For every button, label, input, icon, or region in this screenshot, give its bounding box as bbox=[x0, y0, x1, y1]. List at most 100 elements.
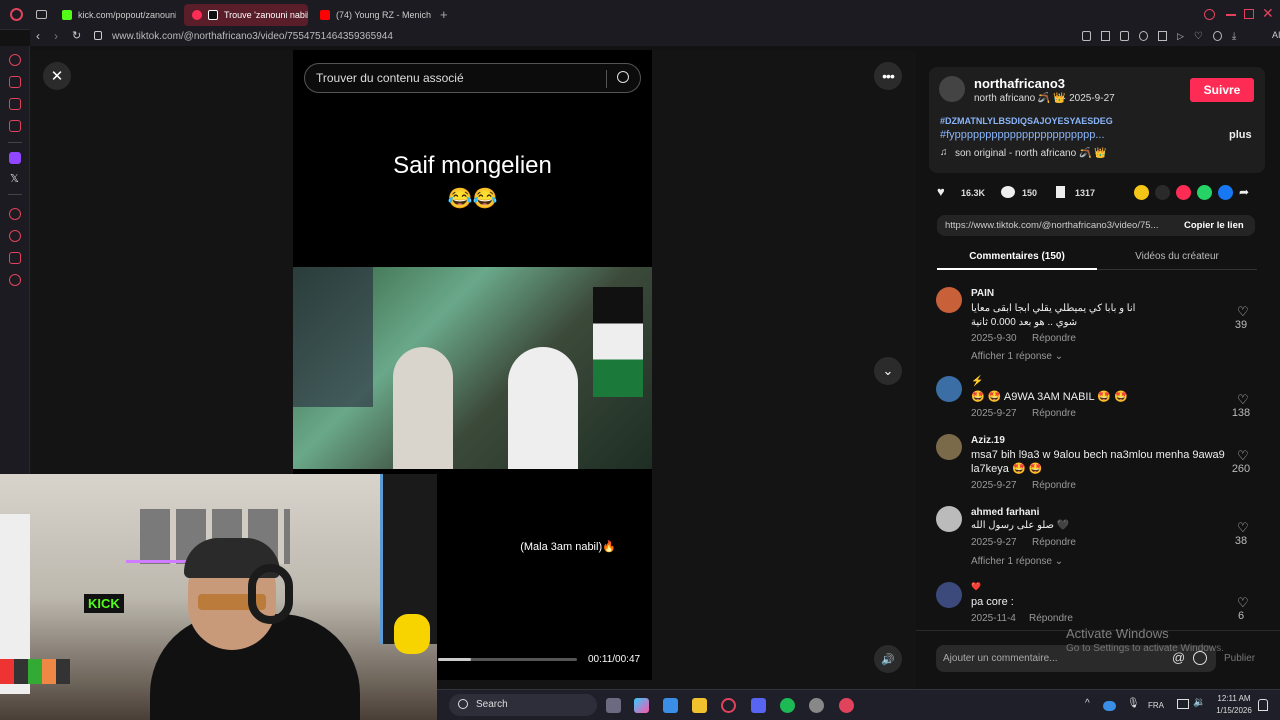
hashtag-2[interactable]: #fyppppppppppppppppppppppp... bbox=[940, 129, 1105, 141]
volume-button[interactable]: 🔊 bbox=[874, 645, 902, 673]
heart-icon[interactable]: ♡ bbox=[1194, 31, 1203, 43]
x-twitter-icon[interactable]: 𝕏 bbox=[10, 172, 19, 185]
embed-icon[interactable] bbox=[1155, 185, 1170, 200]
close-window-button[interactable]: ✕ bbox=[1262, 5, 1274, 22]
sound-name[interactable]: son original - north africano 🪃 👑 bbox=[955, 148, 1107, 159]
history-icon[interactable] bbox=[9, 230, 21, 242]
comment-like-icon[interactable]: ♡ bbox=[1237, 520, 1249, 536]
file-explorer-icon[interactable] bbox=[692, 698, 707, 713]
ai-button[interactable]: AI bbox=[1272, 30, 1280, 40]
comment-username[interactable]: ❤️ bbox=[971, 582, 981, 591]
aria-icon[interactable] bbox=[9, 54, 21, 66]
tab-creator-videos[interactable]: Vidéos du créateur bbox=[1097, 251, 1257, 262]
facebook-icon[interactable] bbox=[1218, 185, 1233, 200]
follow-button[interactable]: Suivre bbox=[1190, 78, 1254, 102]
download-icon[interactable]: ⤓ bbox=[1232, 31, 1236, 43]
steam-icon[interactable] bbox=[809, 698, 824, 713]
player2-icon[interactable] bbox=[9, 208, 21, 220]
bookmark-icon[interactable] bbox=[1056, 186, 1065, 198]
more-options-button[interactable]: ••• bbox=[874, 62, 902, 90]
publish-button[interactable]: Publier bbox=[1224, 653, 1255, 664]
play-icon[interactable]: ▷ bbox=[1177, 31, 1184, 43]
comment-username[interactable]: PAIN bbox=[971, 288, 994, 299]
opera-icon[interactable] bbox=[721, 698, 736, 713]
snapshot-icon[interactable] bbox=[1101, 31, 1110, 41]
clock-time[interactable]: 12:11 AM bbox=[1214, 694, 1254, 703]
search-tabs-icon[interactable] bbox=[1204, 9, 1215, 20]
comment-icon[interactable] bbox=[1001, 186, 1015, 198]
minimize-button[interactable] bbox=[1226, 14, 1236, 16]
adblock-icon[interactable] bbox=[1120, 31, 1129, 41]
search-icon[interactable] bbox=[617, 71, 629, 83]
share-arrow-icon[interactable]: ➦ bbox=[1239, 185, 1249, 200]
account-icon[interactable] bbox=[1212, 31, 1222, 41]
back-icon[interactable]: ‹ bbox=[36, 29, 40, 43]
maximize-button[interactable] bbox=[1244, 9, 1254, 19]
close-video-button[interactable]: ✕ bbox=[43, 62, 71, 90]
repost-icon[interactable] bbox=[1134, 185, 1149, 200]
whatsapp-icon[interactable] bbox=[1197, 185, 1212, 200]
messenger-icon[interactable] bbox=[9, 98, 21, 110]
mic-icon[interactable]: 🎙 bbox=[1127, 698, 1140, 709]
notification-icon[interactable] bbox=[1258, 699, 1268, 711]
vpn-icon[interactable] bbox=[1139, 31, 1148, 41]
volume-icon[interactable]: 🔉 bbox=[1193, 697, 1205, 708]
reply-button[interactable]: Répondre bbox=[1032, 480, 1076, 491]
comment-avatar[interactable] bbox=[936, 506, 962, 532]
comment-username[interactable]: ⚡ bbox=[971, 376, 983, 387]
discord-icon[interactable] bbox=[751, 698, 766, 713]
twitch-icon[interactable] bbox=[9, 152, 21, 164]
settings-icon[interactable] bbox=[9, 274, 21, 286]
like-icon[interactable]: ♥ bbox=[937, 184, 945, 199]
url-field[interactable]: www.tiktok.com/@northafricano3/video/755… bbox=[112, 31, 393, 42]
comment-avatar[interactable] bbox=[936, 376, 962, 402]
pin-icon[interactable] bbox=[1082, 31, 1091, 41]
opera-logo-icon[interactable] bbox=[10, 8, 23, 21]
reply-button[interactable]: Répondre bbox=[1029, 613, 1073, 624]
comment-like-icon[interactable]: ♡ bbox=[1237, 392, 1249, 408]
network-icon[interactable] bbox=[1177, 699, 1189, 709]
extensions-icon[interactable] bbox=[9, 252, 21, 264]
clock-date[interactable]: 1/15/2026 bbox=[1214, 706, 1254, 715]
reply-button[interactable]: Répondre bbox=[1032, 333, 1076, 344]
hashtag-1[interactable]: #DZMATNLYLBSDIQSAJOYESYAESDEG bbox=[940, 116, 1113, 126]
comment-avatar[interactable] bbox=[936, 434, 962, 460]
progress-track[interactable] bbox=[438, 658, 577, 661]
player-icon[interactable] bbox=[9, 120, 21, 132]
comment-avatar[interactable] bbox=[936, 582, 962, 608]
forward-icon[interactable]: › bbox=[54, 29, 58, 43]
reply-button[interactable]: Répondre bbox=[1032, 537, 1076, 548]
comment-avatar[interactable] bbox=[936, 287, 962, 313]
send-icon[interactable] bbox=[1176, 185, 1191, 200]
next-video-button[interactable]: ⌄ bbox=[874, 357, 902, 385]
store-icon[interactable] bbox=[663, 698, 678, 713]
tab-kick[interactable]: kick.com/popout/zanouni bbox=[54, 4, 176, 26]
comment-username[interactable]: Aziz.19 bbox=[971, 435, 1005, 446]
comment-like-icon[interactable]: ♡ bbox=[1237, 448, 1249, 464]
new-tab-button[interactable]: + bbox=[440, 7, 448, 22]
show-replies-button[interactable]: Afficher 1 réponse ⌄ bbox=[971, 556, 1063, 567]
comment-like-icon[interactable]: ♡ bbox=[1237, 304, 1249, 320]
copy-link-button[interactable]: Copier le lien bbox=[1184, 220, 1244, 231]
cloud-icon[interactable] bbox=[1103, 701, 1116, 711]
tab-comments[interactable]: Commentaires (150) bbox=[937, 251, 1097, 262]
tab-tiktok[interactable]: Trouve 'zanouni nabil' bbox=[184, 4, 308, 26]
comment-like-icon[interactable]: ♡ bbox=[1237, 595, 1249, 611]
tray-overflow-icon[interactable]: ^ bbox=[1085, 698, 1090, 709]
more-link[interactable]: plus bbox=[1229, 129, 1252, 141]
language-indicator[interactable]: FRA bbox=[1148, 701, 1164, 710]
bag-icon[interactable] bbox=[9, 76, 21, 88]
related-search-input[interactable]: Trouver du contenu associé bbox=[304, 63, 641, 93]
spotify-icon[interactable] bbox=[780, 698, 795, 713]
tab-overview-icon[interactable] bbox=[36, 10, 47, 19]
camera-icon[interactable] bbox=[1158, 31, 1167, 41]
creator-avatar[interactable] bbox=[939, 76, 965, 102]
tab-youtube[interactable]: (74) Young RZ - Menich K bbox=[312, 4, 434, 26]
reload-icon[interactable]: ↻ bbox=[72, 29, 81, 42]
creator-username[interactable]: northafricano3 bbox=[974, 76, 1065, 91]
video-link[interactable]: https://www.tiktok.com/@northafricano3/v… bbox=[945, 220, 1173, 231]
reply-button[interactable]: Répondre bbox=[1032, 408, 1076, 419]
copilot-icon[interactable] bbox=[634, 698, 649, 713]
taskbar-search[interactable]: Search bbox=[449, 694, 597, 716]
show-replies-button[interactable]: Afficher 1 réponse ⌄ bbox=[971, 351, 1063, 362]
